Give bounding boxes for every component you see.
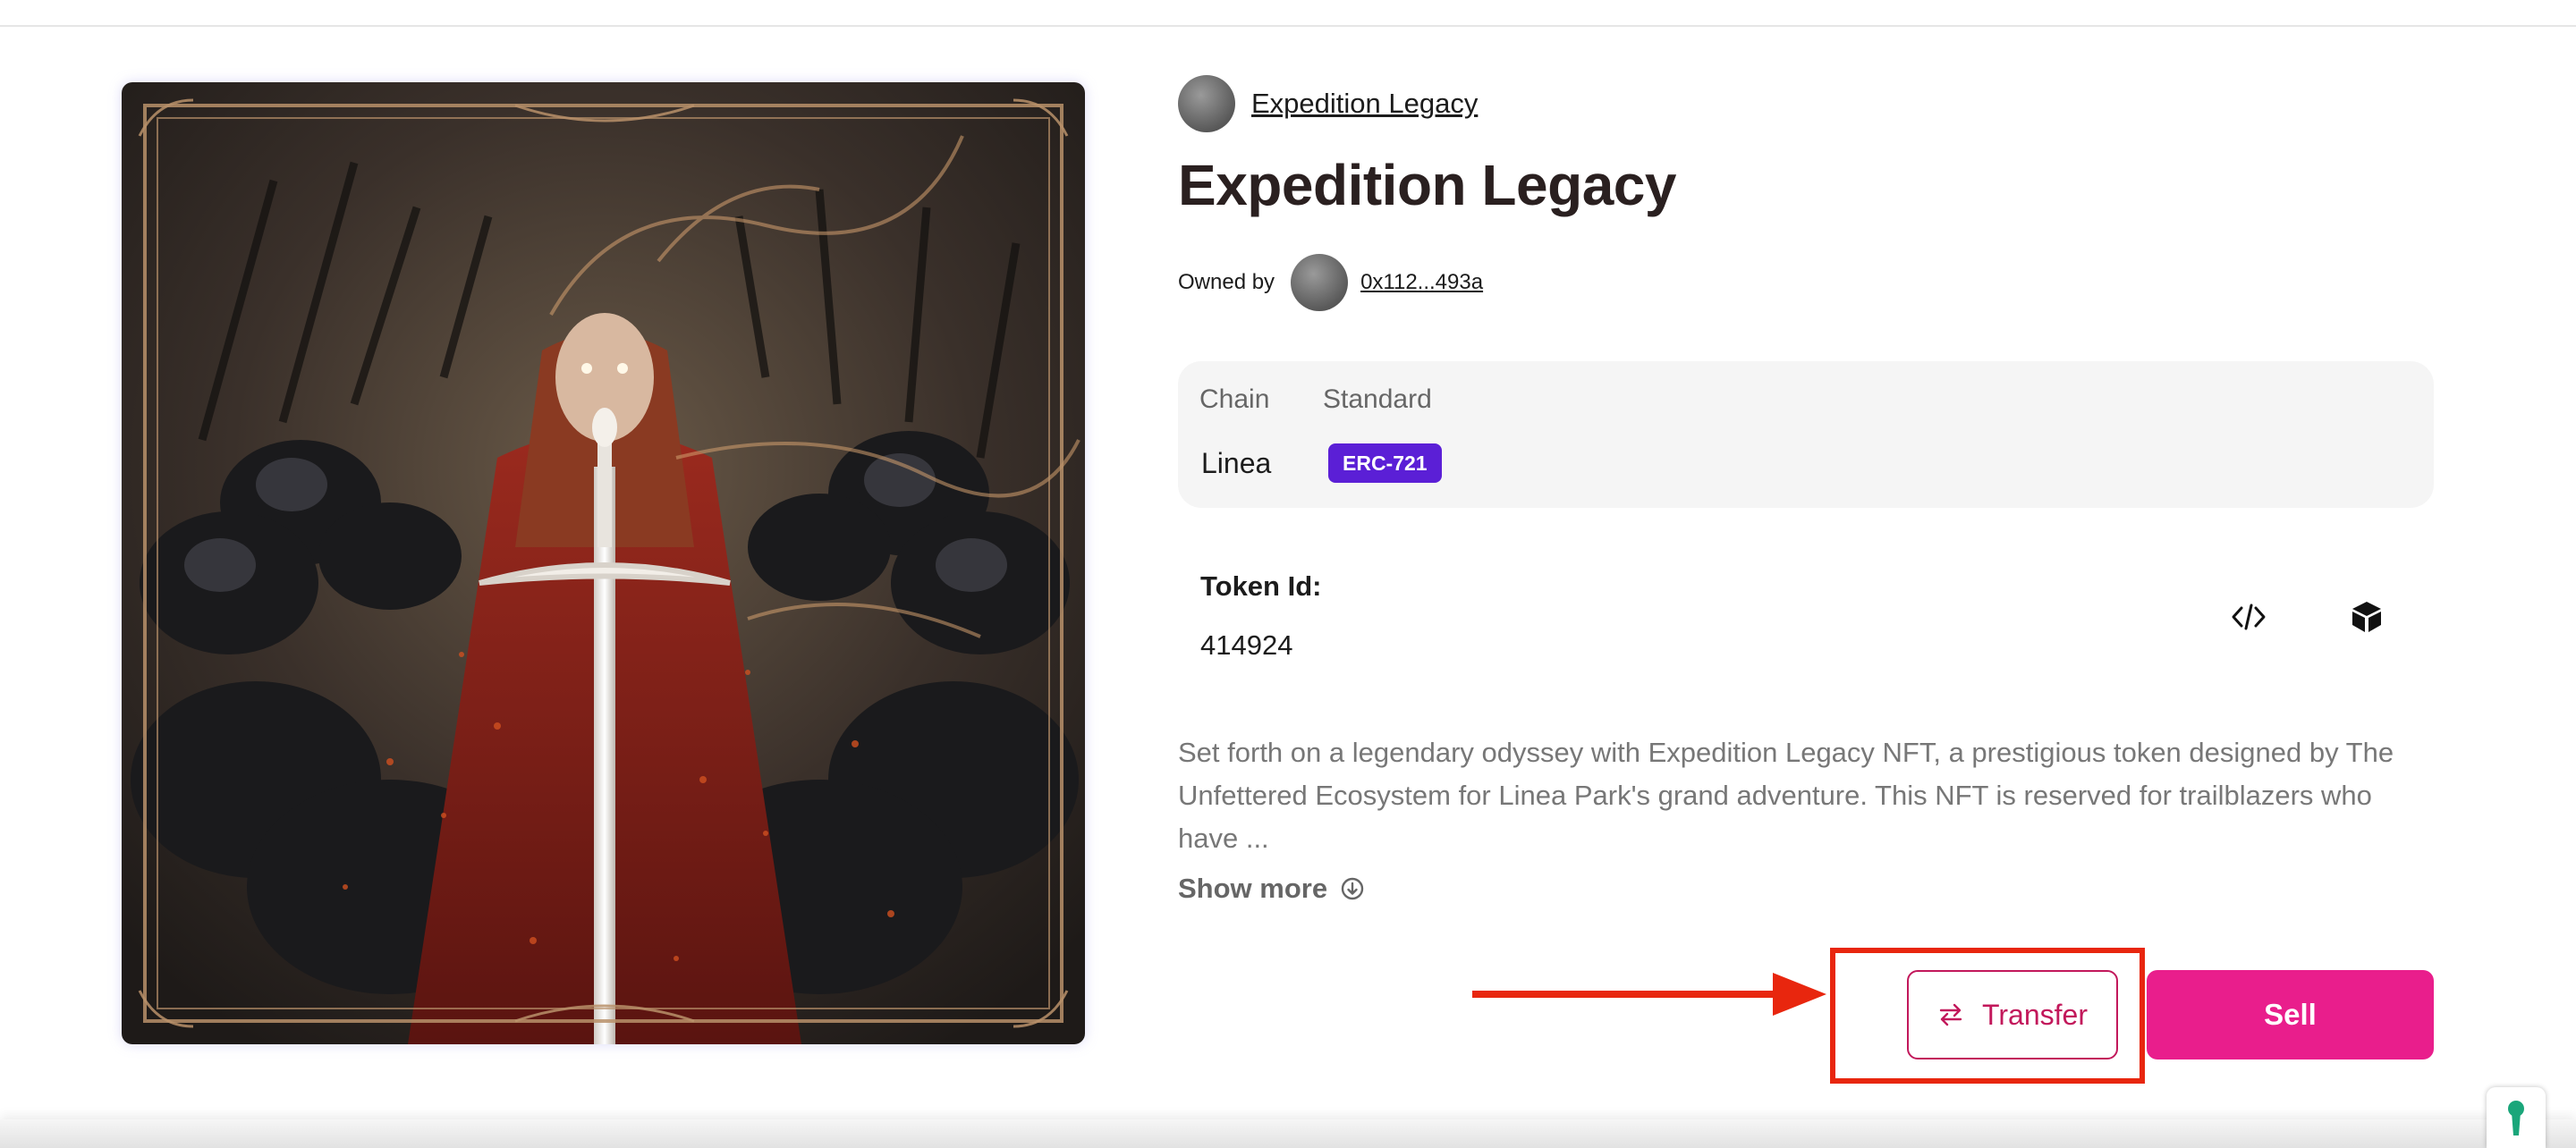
show-more-button[interactable]: Show more	[1178, 873, 1365, 905]
keyhole-icon	[2508, 1101, 2524, 1135]
standard-label: Standard	[1323, 384, 1432, 414]
chain-label: Chain	[1199, 384, 1270, 414]
token-id-value: 414924	[1200, 629, 1293, 661]
sell-button[interactable]: Sell	[2147, 970, 2434, 1059]
feedback-tab[interactable]	[2487, 1087, 2546, 1148]
collection-row: Expedition Legacy	[1178, 75, 1478, 132]
standard-badge: ERC-721	[1328, 443, 1442, 483]
annotation-highlight-box	[1830, 948, 2145, 1084]
annotation-arrow-icon	[1472, 973, 1826, 1016]
owner-avatar[interactable]	[1291, 254, 1349, 311]
owner-address-link[interactable]: 0x112...493a	[1360, 270, 1483, 295]
nft-description: Set forth on a legendary odyssey with Ex…	[1178, 737, 2394, 854]
nft-title: Expedition Legacy	[1178, 153, 1676, 217]
owned-by-label: Owned by	[1178, 270, 1275, 294]
nft-artwork-image	[122, 82, 1085, 1044]
nft-artwork[interactable]	[122, 82, 1085, 1044]
bottom-bar	[0, 1119, 2576, 1148]
collection-avatar[interactable]	[1178, 75, 1235, 132]
top-bar	[0, 0, 2576, 27]
show-more-label: Show more	[1178, 873, 1328, 904]
chain-value: Linea	[1201, 447, 1272, 479]
sell-label: Sell	[2264, 998, 2317, 1031]
arrow-circle-down-icon	[1341, 877, 1364, 900]
code-icon[interactable]	[2227, 595, 2270, 638]
collection-link[interactable]: Expedition Legacy	[1251, 88, 1478, 120]
cube-icon[interactable]	[2345, 595, 2388, 638]
owned-by-row: Owned by 0x112...493a	[1178, 254, 1483, 311]
token-id-label: Token Id:	[1200, 570, 1322, 602]
chain-standard-card: Chain Standard Linea ERC-721	[1178, 361, 2434, 508]
